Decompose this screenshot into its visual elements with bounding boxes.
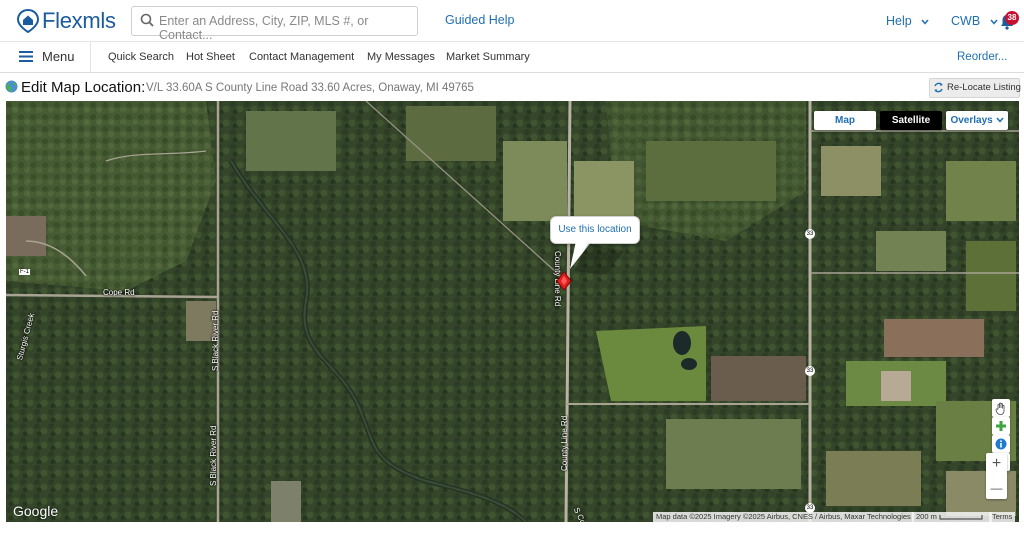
info-button[interactable] bbox=[992, 435, 1010, 453]
scale-bar bbox=[939, 515, 983, 520]
menu-label: Menu bbox=[42, 49, 75, 64]
search-icon bbox=[140, 13, 154, 27]
nav-contact-management[interactable]: Contact Management bbox=[249, 51, 354, 63]
search-placeholder: Enter an Address, City, ZIP, MLS #, or C… bbox=[159, 14, 369, 42]
search-input[interactable]: Enter an Address, City, ZIP, MLS #, or C… bbox=[131, 6, 418, 42]
google-logo: Google bbox=[13, 503, 59, 519]
reorder-link[interactable]: Reorder... bbox=[957, 51, 1008, 63]
listing-address: V/L 33.60A S County Line Road 33.60 Acre… bbox=[146, 82, 474, 94]
logo-text: Flexmls bbox=[42, 8, 116, 33]
satellite-map[interactable]: Cope Rd S Black River Rd S Black River R… bbox=[6, 101, 1019, 522]
nav-market-summary[interactable]: Market Summary bbox=[446, 51, 530, 63]
user-label: CWB bbox=[951, 14, 981, 28]
guided-help-link[interactable]: Guided Help bbox=[445, 13, 515, 27]
scale-label: 200 m bbox=[916, 512, 937, 521]
nav-my-messages[interactable]: My Messages bbox=[367, 51, 435, 63]
map-type-satellite-button[interactable]: Satellite bbox=[880, 111, 942, 130]
page-title: Edit Map Location: bbox=[21, 79, 146, 96]
map-attribution: Map data ©2025 Imagery ©2025 Airbus, CNE… bbox=[653, 512, 914, 522]
add-point-icon bbox=[996, 421, 1006, 431]
zoom-out-button[interactable]: — bbox=[986, 480, 1007, 496]
map-type-map-button[interactable]: Map bbox=[814, 111, 876, 130]
nav-hot-sheet[interactable]: Hot Sheet bbox=[186, 51, 235, 63]
menu-button[interactable]: Menu bbox=[19, 49, 75, 64]
info-icon bbox=[995, 438, 1007, 450]
route-shield: 33 bbox=[805, 366, 815, 376]
hamburger-icon bbox=[19, 51, 33, 62]
zoom-in-button[interactable]: + bbox=[986, 456, 1007, 472]
flexmls-logo[interactable]: Flexmls bbox=[17, 8, 116, 34]
tooltip-pointer bbox=[570, 241, 624, 275]
map-scale[interactable]: 200 m bbox=[912, 512, 992, 522]
nav-quick-search[interactable]: Quick Search bbox=[108, 51, 174, 63]
overlays-label: Overlays bbox=[950, 115, 993, 126]
road-label-cope: Cope Rd bbox=[103, 288, 135, 297]
help-menu[interactable]: Help bbox=[886, 14, 929, 28]
zoom-control: + — bbox=[986, 453, 1007, 499]
menu-divider bbox=[90, 42, 91, 72]
relocate-listing-button[interactable]: Re-Locate Listing bbox=[929, 78, 1021, 98]
chevron-down-icon bbox=[990, 19, 998, 25]
relocate-label: Re-Locate Listing bbox=[947, 82, 1021, 93]
help-label: Help bbox=[886, 14, 912, 28]
add-point-button[interactable] bbox=[992, 417, 1010, 435]
chevron-down-icon bbox=[921, 19, 929, 25]
nav-bar: Menu Quick Search Hot Sheet Contact Mana… bbox=[0, 42, 1024, 73]
satellite-imagery bbox=[6, 101, 1019, 522]
road-label-f1: F-1 bbox=[19, 269, 30, 275]
relocate-icon bbox=[934, 82, 943, 93]
map-marker-icon[interactable] bbox=[556, 271, 572, 291]
globe-icon bbox=[5, 80, 18, 93]
use-location-tooltip[interactable]: Use this location bbox=[550, 216, 640, 244]
road-label-county-line-bottom: County Line Rd bbox=[560, 415, 569, 471]
use-location-link[interactable]: Use this location bbox=[551, 224, 639, 235]
top-bar: Flexmls Enter an Address, City, ZIP, MLS… bbox=[0, 0, 1024, 42]
user-menu[interactable]: CWB bbox=[951, 14, 998, 28]
chevron-down-icon bbox=[995, 117, 1004, 123]
notification-badge: 38 bbox=[1005, 11, 1019, 25]
pan-tool-button[interactable] bbox=[992, 399, 1010, 417]
route-shield: 33 bbox=[805, 229, 815, 239]
pan-hand-icon bbox=[995, 402, 1005, 415]
overlays-dropdown[interactable]: Overlays bbox=[946, 111, 1008, 130]
road-label-black-river-top: S Black River Rd bbox=[211, 310, 220, 371]
terms-link[interactable]: Terms bbox=[989, 512, 1016, 522]
road-label-black-river-bottom: S Black River Rd bbox=[209, 425, 218, 486]
flexmls-logo-icon bbox=[17, 9, 39, 33]
